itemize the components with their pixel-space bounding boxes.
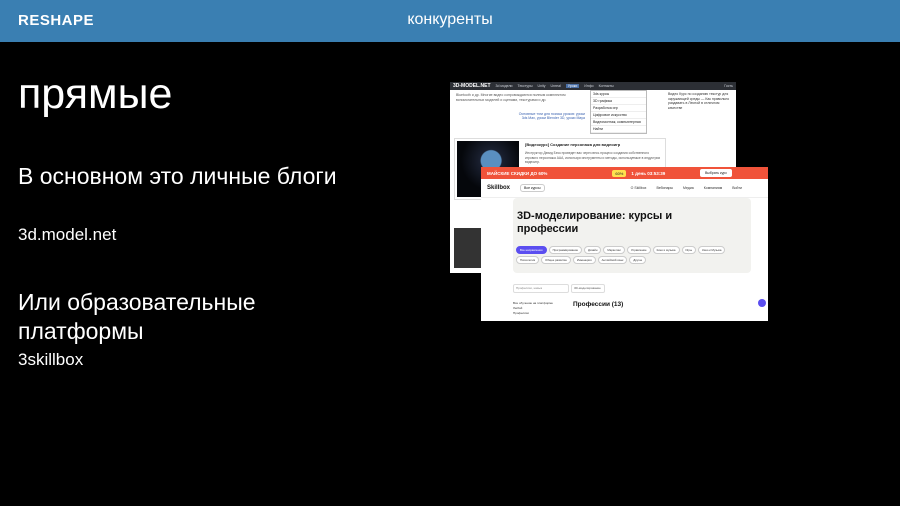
slide-heading: прямые [18,70,173,118]
s1-menu-item: Найти [591,126,646,133]
s2-search-input: Профессии, навык [513,284,569,293]
s1-navbar: 3D-MODEL.NET 3d модели Текстуры Unity Un… [450,82,736,90]
s2-chip: Кино и музыка [652,246,680,254]
s2-timer: 1 день 03:53:39 [631,170,666,176]
s2-nav-item: Компаниям [703,186,723,190]
s2-chip: Дизайн [584,246,602,254]
s2-promo-text: МАЙСКИЕ СКИДКИ ДО 60% [487,170,548,176]
s1-article-text: Инструктор Дэвид Беск проведет вас через… [525,151,661,164]
top-bar: RESHAPE конкуренты [0,0,900,42]
s1-nav-item: Уроки [565,84,580,88]
s2-sidebar-filters: Все обучение на платформе Любой Професси… [513,301,553,316]
s2-promo-banner: МАЙСКИЕ СКИДКИ ДО 60% 60% 1 день 03:53:3… [481,167,768,179]
s2-nav-item: Войти [732,186,742,190]
s1-nav-item: Контакты [598,84,614,88]
s2-chip-list: Все направления Программирование Дизайн … [516,246,746,264]
s2-nav-item: Медиа [682,186,694,190]
s2-section-title: Профессии (13) [573,301,624,308]
s2-discount-badge: 60% [612,169,627,177]
competitor-screenshot-skillbox: МАЙСКИЕ СКИДКИ ДО 60% 60% 1 день 03:53:3… [481,167,768,321]
s2-chip: Общее развитие [541,256,571,264]
s2-chip: Маркетинг [603,246,626,254]
s2-chip: Управление [627,246,651,254]
s1-menu-item: Видеомонтаж, компьютерная [591,119,646,126]
s2-chip: Программирование [548,246,583,254]
s1-menu-item: 3D графика [591,98,646,105]
s2-chip: Инженерия [572,256,596,264]
s2-chip: Все направления [516,246,547,254]
s2-chip: Английский язык [597,256,628,264]
s1-brand: 3D-MODEL.NET [453,83,491,89]
s1-nav-item: Текстуры [517,84,533,88]
s2-logo: Skillbox [487,185,511,191]
s1-menu-item: 3ds курсы [591,91,646,98]
s2-navbar: Skillbox Все курсы О Skillbox Вебинары М… [481,179,768,198]
s2-hero-title: 3D-моделирование: курсы и профессии [517,210,673,235]
block-2-subtitle: 3skillbox [18,350,84,369]
chat-icon [758,299,766,307]
s1-nav-item: Гость [724,84,733,88]
s2-chip: Кино и Музыка [698,246,726,254]
s2-nav-item: О Skillbox [630,186,647,190]
s2-chip: Игры [681,246,697,254]
s2-chip: Другое [629,256,647,264]
s1-tags-link: Основные тэги для поиска уроков: уроки 3… [518,112,585,120]
slide-section-title: конкуренты [407,11,493,28]
s1-nav-item: 3d модели [495,84,513,88]
s1-article-title: [Видеокурс] Создание персонажа для видео… [525,142,621,147]
s2-courses-button: Все курсы [520,184,545,192]
s1-nav-item: Unreal [550,84,561,88]
s2-hero: 3D-моделирование: курсы и профессии Все … [513,198,751,273]
s1-intro-text: Bluetooth и др. Многие видео сопровождаю… [456,93,566,102]
s2-chip: Психология [516,256,540,264]
s1-nav-item: Инфо [584,84,594,88]
s1-nav-item: Unity [537,84,546,88]
block-1-subtitle: 3d.model.net [18,225,117,244]
s2-filter-select: 3D-моделирование [571,284,605,293]
s2-promo-button: Выбрать курс [699,169,732,177]
s2-nav-item: Вебинары [656,186,673,190]
block-1-title: В основном это личные блоги [18,163,337,189]
s2-sidebar-item: Профессии [513,311,529,315]
s1-menu-item: Цифровое искусство [591,112,646,119]
s1-sidebar: Видео Курс по созданию текстур для окруж… [668,92,730,110]
s1-menu-item: Разработка игр [591,105,646,112]
s1-dropdown-menu: 3ds курсы 3D графика Разработка игр Цифр… [590,90,647,134]
block-2-title: Или образовательные платформы [18,289,256,344]
